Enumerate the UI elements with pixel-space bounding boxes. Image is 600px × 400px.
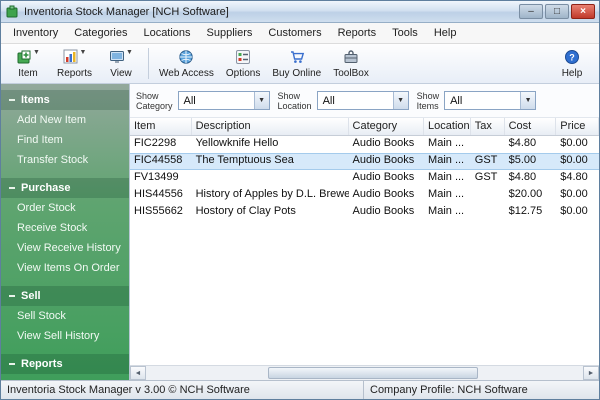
status-company-profile: Company Profile: NCH Software — [370, 384, 528, 396]
filter-category: Show Category All ▼ — [136, 91, 270, 111]
section-bullet-icon — [9, 187, 15, 189]
view-icon — [109, 49, 125, 65]
scroll-right-icon[interactable]: ► — [583, 366, 599, 380]
menu-help[interactable]: Help — [426, 25, 465, 41]
web-access-button[interactable]: Web Access — [153, 45, 220, 82]
column-header-price[interactable]: Price — [556, 118, 599, 135]
menu-inventory[interactable]: Inventory — [5, 25, 66, 41]
column-header-category[interactable]: Category — [349, 118, 425, 135]
app-window: Inventoria Stock Manager [NCH Software] … — [0, 0, 600, 400]
reports-dropdown-icon[interactable]: ▼ — [80, 49, 87, 57]
table-row[interactable]: HIS55662 Hostory of Clay Pots Audio Book… — [130, 204, 599, 221]
section-bullet-icon — [9, 295, 15, 297]
sidebar-item-view-sell-history[interactable]: View Sell History — [1, 326, 129, 346]
sidebar-item-order-stock[interactable]: Order Stock — [1, 198, 129, 218]
chevron-down-icon[interactable]: ▼ — [392, 92, 408, 109]
sidebar-item-receive-stock[interactable]: Receive Stock — [1, 218, 129, 238]
item-button[interactable]: ▼ Item — [5, 45, 51, 82]
column-header-cost[interactable]: Cost — [505, 118, 557, 135]
sidebar: Items Add New Item Find Item Transfer St… — [1, 84, 129, 380]
item-icon — [16, 49, 32, 65]
scrollbar-thumb[interactable] — [268, 367, 479, 379]
item-dropdown-icon[interactable]: ▼ — [33, 49, 40, 57]
reports-button[interactable]: ▼ Reports — [51, 45, 98, 82]
toolbar: ▼ Item ▼ Reports ▼ View Web Access Optio… — [1, 44, 599, 84]
toolbox-button[interactable]: ToolBox — [327, 45, 375, 82]
sidebar-item-find-item[interactable]: Find Item — [1, 130, 129, 150]
sidebar-section-items: Items — [1, 90, 129, 110]
sidebar-section-reports: Reports — [1, 354, 129, 374]
menu-locations[interactable]: Locations — [135, 25, 198, 41]
status-bar: Inventoria Stock Manager v 3.00 © NCH So… — [1, 380, 599, 399]
maximize-button[interactable]: □ — [545, 4, 569, 19]
menu-categories[interactable]: Categories — [66, 25, 135, 41]
buy-online-button[interactable]: Buy Online — [266, 45, 327, 82]
chevron-down-icon[interactable]: ▼ — [520, 92, 536, 109]
table-row[interactable]: FIC2298 Yellowknife Hello Audio Books Ma… — [130, 136, 599, 153]
close-button[interactable]: × — [571, 4, 595, 19]
sidebar-section-sell: Sell — [1, 286, 129, 306]
horizontal-scrollbar[interactable]: ◄ ► — [130, 365, 599, 380]
title-bar: Inventoria Stock Manager [NCH Software] … — [1, 1, 599, 23]
sidebar-item-transfer-stock[interactable]: Transfer Stock — [1, 150, 129, 170]
menu-customers[interactable]: Customers — [260, 25, 329, 41]
column-header-item[interactable]: Item — [130, 118, 192, 135]
status-version: Inventoria Stock Manager v 3.00 © NCH So… — [7, 384, 250, 396]
svg-text:?: ? — [569, 52, 575, 62]
category-select[interactable]: All ▼ — [177, 91, 270, 110]
table-row[interactable]: FV13499 Audio Books Main ... GST $4.80 $… — [130, 170, 599, 187]
table-row[interactable]: HIS44556 History of Apples by D.L. Brewe… — [130, 187, 599, 204]
section-bullet-icon — [9, 363, 15, 365]
help-icon: ? — [564, 49, 580, 65]
stock-table: Item Description Category Location Tax C… — [130, 118, 599, 365]
section-bullet-icon — [9, 99, 15, 101]
menu-tools[interactable]: Tools — [384, 25, 426, 41]
sidebar-item-add-new-item[interactable]: Add New Item — [1, 110, 129, 130]
table-row-selected[interactable]: FIC44558 The Temptuous Sea Audio Books M… — [130, 153, 599, 170]
scroll-left-icon[interactable]: ◄ — [130, 366, 146, 380]
menu-suppliers[interactable]: Suppliers — [199, 25, 261, 41]
filter-bar: Show Category All ▼ Show Location All ▼ Sh… — [130, 84, 599, 118]
table-header: Item Description Category Location Tax C… — [130, 118, 599, 136]
menu-reports[interactable]: Reports — [330, 25, 385, 41]
filter-items: Show Items All ▼ — [417, 91, 537, 111]
reports-icon — [63, 49, 79, 65]
web-access-icon — [178, 49, 194, 65]
column-header-description[interactable]: Description — [192, 118, 349, 135]
sidebar-item-view-receive-history[interactable]: View Receive History — [1, 238, 129, 258]
options-icon — [235, 49, 251, 65]
column-header-tax[interactable]: Tax — [471, 118, 505, 135]
menu-bar: Inventory Categories Locations Suppliers… — [1, 23, 599, 44]
location-select[interactable]: All ▼ — [316, 91, 409, 110]
filter-location: Show Location All ▼ — [278, 91, 409, 111]
main-panel: Show Category All ▼ Show Location All ▼ Sh… — [129, 84, 599, 380]
sidebar-item-sell-stock[interactable]: Sell Stock — [1, 306, 129, 326]
chevron-down-icon[interactable]: ▼ — [253, 92, 269, 109]
sidebar-item-view-items-on-order[interactable]: View Items On Order — [1, 258, 129, 278]
items-select[interactable]: All ▼ — [444, 91, 537, 110]
window-title: Inventoria Stock Manager [NCH Software] — [24, 5, 229, 18]
options-button[interactable]: Options — [220, 45, 266, 82]
view-dropdown-icon[interactable]: ▼ — [126, 49, 133, 57]
minimize-button[interactable]: – — [519, 4, 543, 19]
view-button[interactable]: ▼ View — [98, 45, 144, 82]
help-button[interactable]: ? Help — [549, 45, 595, 82]
sidebar-section-purchase: Purchase — [1, 178, 129, 198]
app-icon — [5, 5, 19, 19]
content-area: Items Add New Item Find Item Transfer St… — [1, 84, 599, 380]
toolbar-separator — [148, 48, 150, 79]
scrollbar-track[interactable] — [146, 366, 583, 380]
column-header-location[interactable]: Location — [424, 118, 471, 135]
buy-online-icon — [289, 49, 305, 65]
toolbox-icon — [343, 49, 359, 65]
